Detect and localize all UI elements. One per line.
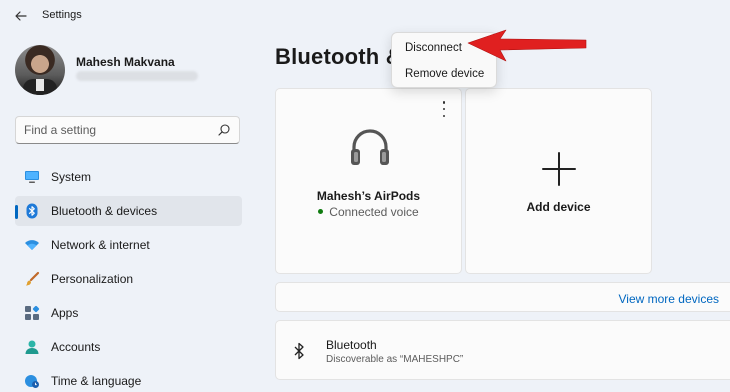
view-more-bar: View more devices xyxy=(275,282,730,312)
globe-clock-icon xyxy=(24,373,40,389)
view-more-devices-link[interactable]: View more devices xyxy=(619,292,720,306)
device-status: Connected voice xyxy=(276,205,461,219)
bluetooth-row-title: Bluetooth xyxy=(326,338,377,352)
remove-device-menu-item[interactable]: Remove device xyxy=(396,62,494,86)
sidebar-item-label: Personalization xyxy=(51,272,134,286)
sidebar-item-label: Bluetooth & devices xyxy=(51,204,158,218)
search-input[interactable] xyxy=(24,123,204,137)
more-options-icon[interactable] xyxy=(439,101,449,117)
annotation-arrow-icon xyxy=(467,29,587,62)
sidebar-item-system[interactable]: System xyxy=(15,162,242,192)
user-email-redacted xyxy=(76,71,198,81)
sidebar-item-bluetooth-devices[interactable]: Bluetooth & devices xyxy=(15,196,242,226)
back-arrow-icon xyxy=(15,11,27,21)
device-name: Mahesh’s AirPods xyxy=(316,189,421,203)
paintbrush-icon xyxy=(24,271,40,287)
search-icon[interactable] xyxy=(217,123,231,137)
add-device-card[interactable]: Add device xyxy=(465,88,652,274)
user-name: Mahesh Makvana xyxy=(76,55,175,69)
active-indicator xyxy=(15,205,18,219)
apps-icon xyxy=(24,305,40,321)
settings-window: Settings Mahesh Makvana System Bluetooth… xyxy=(0,0,730,392)
add-device-label: Add device xyxy=(526,200,591,214)
title-bar: Settings xyxy=(0,0,730,32)
sidebar-item-label: Accounts xyxy=(51,340,101,354)
avatar xyxy=(15,45,65,95)
sidebar-item-label: System xyxy=(51,170,92,184)
search-box[interactable] xyxy=(15,116,240,144)
plus-icon xyxy=(542,152,576,186)
bluetooth-icon xyxy=(24,203,40,219)
device-card[interactable]: Mahesh’s AirPods Connected voice xyxy=(275,88,462,274)
page-title: Bluetooth & xyxy=(275,44,402,69)
sidebar-item-network[interactable]: Network & internet xyxy=(15,230,242,260)
bluetooth-setting-row[interactable]: Bluetooth Discoverable as “MAHESHPC” xyxy=(275,320,730,380)
sidebar-item-label: Apps xyxy=(51,306,79,320)
device-status-text: Connected voice xyxy=(329,205,419,219)
sidebar-item-label: Network & internet xyxy=(51,238,150,252)
person-icon xyxy=(24,339,40,355)
sidebar-item-time-language[interactable]: Time & language xyxy=(15,366,242,392)
monitor-icon xyxy=(24,169,40,185)
sidebar-item-label: Time & language xyxy=(51,374,142,388)
bluetooth-row-subtitle: Discoverable as “MAHESHPC” xyxy=(326,354,464,365)
sidebar-item-accounts[interactable]: Accounts xyxy=(15,332,242,362)
back-button[interactable] xyxy=(10,6,32,26)
sidebar-item-personalization[interactable]: Personalization xyxy=(15,264,242,294)
wifi-icon xyxy=(24,237,40,253)
headphones-icon xyxy=(351,129,389,165)
connected-status-dot xyxy=(318,209,324,215)
window-title: Settings xyxy=(42,9,82,21)
sidebar-item-apps[interactable]: Apps xyxy=(15,298,242,328)
sidebar-nav: System Bluetooth & devices Network & int… xyxy=(15,162,242,392)
bluetooth-icon xyxy=(294,342,304,360)
